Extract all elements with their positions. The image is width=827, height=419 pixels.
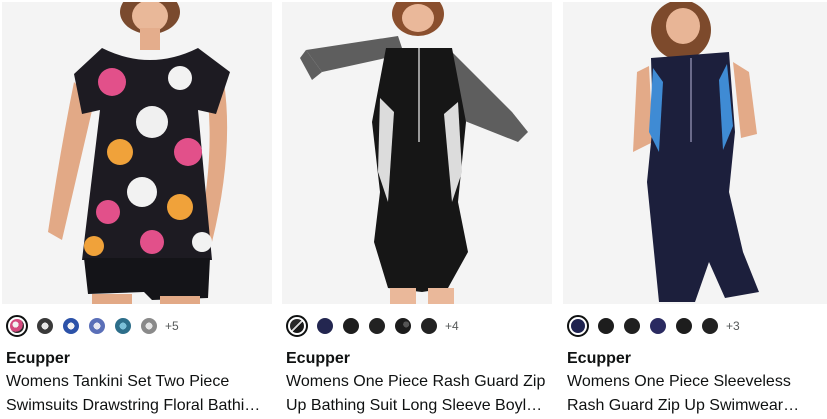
- brand-name: Ecupper: [567, 350, 632, 367]
- color-swatch[interactable]: [317, 318, 333, 334]
- color-swatch[interactable]: [63, 318, 79, 334]
- color-swatch[interactable]: [141, 318, 157, 334]
- color-swatch[interactable]: [650, 318, 666, 334]
- color-swatch[interactable]: [343, 318, 359, 334]
- product-title-text: Womens One Piece Sleeveless Rash Guard Z…: [567, 373, 791, 414]
- product-title-link[interactable]: Womens One Piece Sleeveless Rash Guard Z…: [567, 370, 827, 418]
- color-swatches: +3: [567, 315, 740, 337]
- sleeveless-rash-guard-photo: [563, 2, 827, 304]
- color-swatch[interactable]: [702, 318, 718, 334]
- product-card[interactable]: +4 Ecupper Womens One Piece Rash Guard Z…: [282, 0, 552, 419]
- color-swatch[interactable]: [421, 318, 437, 334]
- product-card[interactable]: +5 Ecupper Womens Tankini Set Two Piece …: [2, 0, 272, 419]
- product-image[interactable]: [563, 2, 827, 304]
- color-swatch-selected[interactable]: [567, 315, 589, 337]
- product-title-text: Womens Tankini Set Two Piece Swimsuits D…: [6, 373, 263, 414]
- color-swatches: +4: [286, 315, 459, 337]
- color-swatch[interactable]: [598, 318, 614, 334]
- rash-guard-photo: [282, 2, 552, 304]
- floral-tankini-photo: [2, 2, 272, 304]
- more-colors-link[interactable]: +5: [165, 319, 179, 333]
- color-swatch[interactable]: [37, 318, 53, 334]
- product-image[interactable]: [282, 2, 552, 304]
- product-title-link[interactable]: Womens Tankini Set Two Piece Swimsuits D…: [6, 370, 268, 418]
- brand-name: Ecupper: [286, 350, 351, 367]
- product-title-text: Womens One Piece Rash Guard Zip Up Bathi…: [286, 373, 546, 414]
- color-swatch[interactable]: [369, 318, 385, 334]
- more-colors-link[interactable]: +4: [445, 319, 459, 333]
- more-colors-link[interactable]: +3: [726, 319, 740, 333]
- color-swatch[interactable]: [395, 318, 411, 334]
- color-swatch[interactable]: [115, 318, 131, 334]
- brand-name: Ecupper: [6, 350, 71, 367]
- color-swatch[interactable]: [676, 318, 692, 334]
- product-title-link[interactable]: Womens One Piece Rash Guard Zip Up Bathi…: [286, 370, 548, 418]
- color-swatch[interactable]: [624, 318, 640, 334]
- color-swatch-selected[interactable]: [286, 315, 308, 337]
- color-swatch[interactable]: [89, 318, 105, 334]
- product-image[interactable]: [2, 2, 272, 304]
- color-swatches: +5: [6, 315, 179, 337]
- product-card[interactable]: +3 Ecupper Womens One Piece Sleeveless R…: [563, 0, 827, 419]
- product-grid: +5 Ecupper Womens Tankini Set Two Piece …: [0, 0, 827, 419]
- color-swatch-selected[interactable]: [6, 315, 28, 337]
